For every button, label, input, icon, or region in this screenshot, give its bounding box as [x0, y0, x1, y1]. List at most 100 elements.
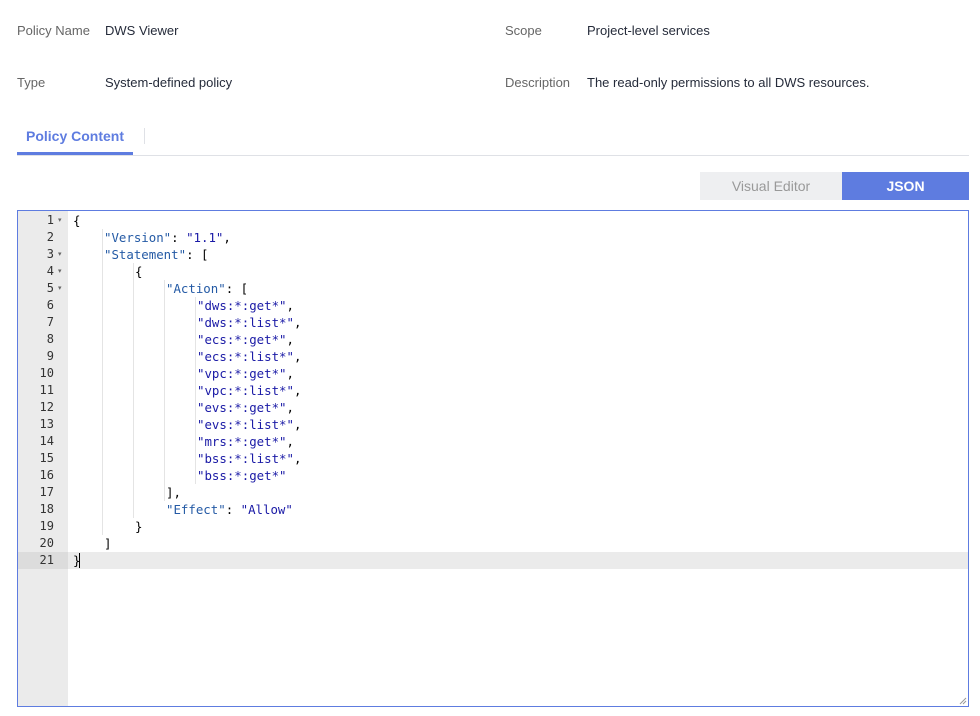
tab-policy-content[interactable]: Policy Content [17, 120, 133, 155]
json-punctuation: ] [104, 536, 112, 551]
code-line[interactable]: "Statement": [ [104, 246, 208, 263]
json-string: "evs:*:get*" [197, 400, 287, 415]
json-string: "dws:*:get*" [197, 298, 287, 313]
json-punctuation: , [293, 383, 302, 398]
indent-guide [133, 263, 134, 518]
code-line[interactable]: "dws:*:list*", [197, 314, 301, 331]
tab-divider [144, 128, 145, 144]
text-caret [79, 553, 80, 568]
type-label: Type [17, 75, 46, 90]
line-number-gutter: 1 ▾ 2 3 ▾ 4 ▾ 5 ▾ 6 7 8 9 10 11 12 13 14 15 16 17 18 19 20 21 [18, 211, 68, 706]
description-label: Description [505, 75, 571, 90]
json-string: "vpc:*:list*" [197, 383, 294, 398]
json-string: "ecs:*:get*" [197, 332, 287, 347]
json-punctuation: , [286, 332, 294, 347]
json-punctuation: , [286, 298, 294, 313]
code-line[interactable]: { [135, 263, 142, 280]
json-key: "Action" [166, 281, 226, 296]
json-punctuation: , [223, 230, 231, 245]
line-number: 16 [39, 468, 54, 482]
indent-guide [102, 229, 103, 535]
line-number: 18 [39, 502, 54, 516]
json-punctuation: , [293, 315, 302, 330]
code-line[interactable]: "Effect": "Allow" [166, 501, 293, 518]
line-number: 21 [18, 552, 68, 569]
json-string: "bss:*:get*" [197, 468, 287, 483]
json-string: "ecs:*:list*" [197, 349, 294, 364]
json-string: "dws:*:list*" [197, 315, 294, 330]
policy-name-value: DWS Viewer [105, 23, 179, 38]
json-punctuation: { [135, 264, 143, 279]
code-line[interactable]: "dws:*:get*", [197, 297, 294, 314]
code-line[interactable]: "evs:*:get*", [197, 399, 294, 416]
code-line[interactable]: "vpc:*:get*", [197, 365, 294, 382]
policy-name-label: Policy Name [17, 23, 90, 38]
line-number: 13 [39, 417, 54, 431]
json-punctuation: , [286, 366, 294, 381]
code-line[interactable]: "ecs:*:list*", [197, 348, 301, 365]
code-line[interactable]: "mrs:*:get*", [197, 433, 294, 450]
json-string: "1.1" [186, 230, 224, 245]
line-number: 14 [39, 434, 54, 448]
resize-handle-icon[interactable] [959, 697, 967, 705]
scope-value: Project-level services [587, 23, 710, 38]
line-number: 15 [39, 451, 54, 465]
line-number: 10 [39, 366, 54, 380]
line-number: 4 [46, 264, 54, 278]
json-punctuation: : [ [225, 281, 249, 296]
json-punctuation: ], [166, 485, 181, 500]
line-number: 1 [46, 213, 54, 227]
json-punctuation: , [286, 434, 294, 449]
code-line[interactable]: { [73, 212, 80, 229]
json-punctuation: { [73, 213, 81, 228]
visual-editor-button[interactable]: Visual Editor [700, 172, 842, 200]
code-line[interactable]: "vpc:*:list*", [197, 382, 301, 399]
json-punctuation: , [293, 349, 302, 364]
fold-toggle-icon[interactable]: ▾ [58, 263, 66, 280]
fold-toggle-icon[interactable]: ▾ [58, 246, 66, 263]
line-number: 17 [39, 485, 54, 499]
line-number: 5 [46, 281, 54, 295]
json-string: "evs:*:list*" [197, 417, 294, 432]
code-line[interactable]: ] [104, 535, 111, 552]
json-key: "Effect" [166, 502, 226, 517]
active-line-highlight [68, 552, 968, 569]
json-punctuation: : [ [186, 247, 209, 262]
line-number: 3 [46, 247, 54, 261]
code-line[interactable]: "Action": [ [166, 280, 248, 297]
json-punctuation: , [293, 451, 302, 466]
code-line[interactable]: "bss:*:get*" [197, 467, 287, 484]
code-line[interactable]: ], [166, 484, 181, 501]
line-number: 7 [46, 315, 54, 329]
json-code-editor[interactable]: 1 ▾ 2 3 ▾ 4 ▾ 5 ▾ 6 7 8 9 10 11 12 13 14 15 16 17 18 19 20 21 {"… [17, 210, 969, 707]
json-punctuation: : [225, 502, 241, 517]
line-number: 11 [39, 383, 54, 397]
json-punctuation: , [286, 400, 294, 415]
json-punctuation: , [293, 417, 302, 432]
line-number: 20 [39, 536, 54, 550]
json-string: "vpc:*:get*" [197, 366, 287, 381]
json-button[interactable]: JSON [842, 172, 969, 200]
indent-guide [164, 280, 165, 501]
fold-toggle-icon[interactable]: ▾ [58, 212, 66, 229]
line-number: 8 [46, 332, 54, 346]
json-string: "mrs:*:get*" [197, 434, 287, 449]
fold-toggle-icon[interactable]: ▾ [58, 280, 66, 297]
json-punctuation: : [171, 230, 187, 245]
code-line[interactable]: "ecs:*:get*", [197, 331, 294, 348]
type-value: System-defined policy [105, 75, 233, 90]
code-line[interactable]: "Version": "1.1", [104, 229, 231, 246]
description-value: The read-only permissions to all DWS res… [587, 75, 870, 90]
code-line[interactable]: "evs:*:list*", [197, 416, 301, 433]
json-punctuation: } [135, 519, 143, 534]
json-string: "bss:*:list*" [197, 451, 294, 466]
code-line[interactable]: } [135, 518, 142, 535]
line-number: 9 [46, 349, 54, 363]
indent-guide [195, 297, 196, 484]
line-number: 12 [39, 400, 54, 414]
code-line[interactable]: "bss:*:list*", [197, 450, 301, 467]
line-number: 6 [46, 298, 54, 312]
json-key: "Statement" [104, 247, 187, 262]
json-key: "Version" [104, 230, 172, 245]
scope-label: Scope [505, 23, 542, 38]
